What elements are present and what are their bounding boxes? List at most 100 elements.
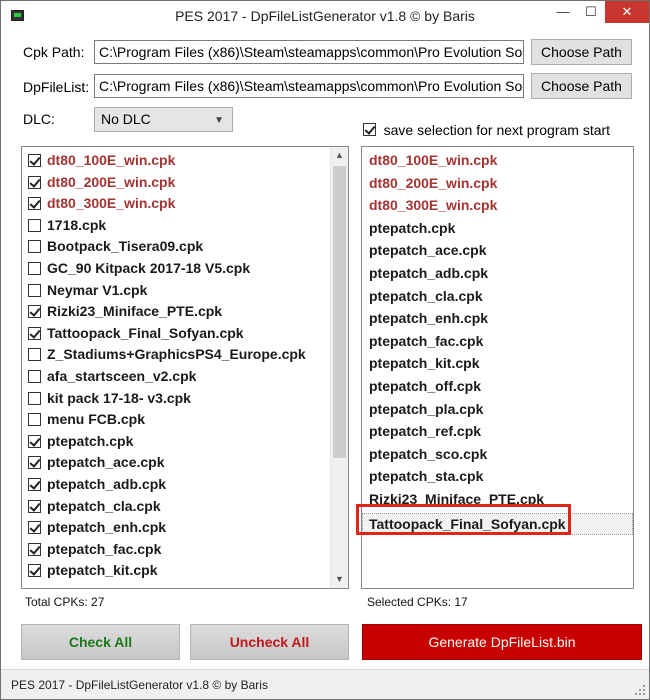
resize-grip-icon[interactable] xyxy=(634,684,646,696)
list-item-label: kit pack 17-18- v3.cpk xyxy=(47,389,191,406)
list-item-checkbox[interactable] xyxy=(28,564,41,578)
list-item-label: 1718.cpk xyxy=(47,216,107,233)
list-item[interactable]: ptepatch_adb.cpk xyxy=(28,476,166,496)
save-selection-toggle[interactable]: save selection for next program start xyxy=(363,121,610,139)
cpk-path-label: Cpk Path: xyxy=(23,44,85,60)
list-item-label: Bootpack_Tisera09.cpk xyxy=(47,238,204,255)
list-item[interactable]: dt80_100E_win.cpk xyxy=(28,152,175,172)
dpfilelist-label: DpFileList: xyxy=(23,79,90,95)
list-item-label: Rizki23_Miniface_PTE.cpk xyxy=(47,303,223,320)
scroll-up-arrow-icon[interactable]: ▲ xyxy=(331,147,348,164)
list-item-label: dt80_300E_win.cpk xyxy=(47,195,176,212)
list-item[interactable]: ptepatch_enh.cpk xyxy=(369,310,488,330)
list-item-checkbox[interactable] xyxy=(28,542,41,556)
list-item[interactable]: ptepatch_cla.cpk xyxy=(369,288,483,308)
list-item[interactable]: ptepatch_pla.cpk xyxy=(369,401,483,421)
list-item-label: GC_90 Kitpack 2017-18 V5.cpk xyxy=(47,260,251,276)
close-button[interactable]: ✕ xyxy=(605,1,649,23)
list-item[interactable]: ptepatch_ace.cpk xyxy=(28,454,165,474)
dlc-dropdown[interactable]: No DLC ▼ xyxy=(94,107,233,132)
dpfilelist-path-input[interactable]: C:\Program Files (x86)\Steam\steamapps\c… xyxy=(94,74,524,98)
chevron-down-icon: ▼ xyxy=(214,115,224,126)
list-item-label: menu FCB.cpk xyxy=(47,411,146,428)
highlight-annotation xyxy=(356,504,571,535)
list-item-checkbox[interactable] xyxy=(28,240,41,254)
list-item-label: ptepatch_ace.cpk xyxy=(47,454,165,471)
cpk-path-input[interactable]: C:\Program Files (x86)\Steam\steamapps\c… xyxy=(94,40,524,64)
list-item[interactable]: ptepatch_enh.cpk xyxy=(28,519,166,539)
list-item-checkbox[interactable] xyxy=(28,370,41,383)
list-item-label: Neymar V1.cpk xyxy=(47,281,148,298)
list-item[interactable]: dt80_200E_win.cpk xyxy=(369,175,497,195)
list-item[interactable]: ptepatch_kit.cpk xyxy=(369,355,479,375)
list-item-checkbox[interactable] xyxy=(28,521,41,535)
list-item-checkbox[interactable] xyxy=(28,283,41,297)
list-item[interactable]: ptepatch_fac.cpk xyxy=(28,541,161,561)
list-item[interactable]: ptepatch_ref.cpk xyxy=(369,423,481,443)
dlc-selected-value: No DLC xyxy=(101,111,151,127)
list-item-label: dt80_100E_win.cpk xyxy=(47,152,176,168)
list-item[interactable]: ptepatch_sta.cpk xyxy=(369,468,483,488)
list-item-checkbox[interactable] xyxy=(28,478,41,491)
list-item-checkbox[interactable] xyxy=(28,175,41,189)
list-item-checkbox[interactable] xyxy=(28,348,41,362)
list-item[interactable]: Bootpack_Tisera09.cpk xyxy=(28,238,203,258)
list-item-label: ptepatch_fac.cpk xyxy=(47,540,162,557)
selected-cpks-label: Selected CPKs: 17 xyxy=(367,595,468,609)
list-item[interactable]: dt80_300E_win.cpk xyxy=(369,197,497,217)
list-item[interactable]: ptepatch_ace.cpk xyxy=(369,242,487,262)
list-item-checkbox[interactable] xyxy=(28,218,41,232)
list-item-checkbox[interactable] xyxy=(28,262,41,275)
list-item[interactable]: dt80_300E_win.cpk xyxy=(28,195,175,215)
list-item-checkbox[interactable] xyxy=(28,154,41,167)
title-bar[interactable]: PES 2017 - DpFileListGenerator v1.8 © by… xyxy=(1,1,649,31)
scrollbar[interactable]: ▲ ▼ xyxy=(330,147,348,588)
list-item-checkbox[interactable] xyxy=(28,499,41,513)
list-item[interactable]: GC_90 Kitpack 2017-18 V5.cpk xyxy=(28,260,250,280)
status-bar: PES 2017 - DpFileListGenerator v1.8 © by… xyxy=(1,669,649,699)
list-item[interactable]: Z_Stadiums+GraphicsPS4_Europe.cpk xyxy=(28,346,306,366)
list-item[interactable]: afa_startsceen_v2.cpk xyxy=(28,368,196,388)
list-item-checkbox[interactable] xyxy=(28,456,41,470)
list-item-checkbox[interactable] xyxy=(28,391,41,405)
save-selection-checkbox[interactable] xyxy=(363,123,376,137)
maximize-button[interactable]: ☐ xyxy=(577,1,605,23)
uncheck-all-button[interactable]: Uncheck All xyxy=(190,624,349,660)
list-item[interactable]: Tattoopack_Final_Sofyan.cpk xyxy=(28,325,244,345)
list-item-checkbox[interactable] xyxy=(28,305,41,319)
dlc-label: DLC: xyxy=(23,111,55,127)
list-item[interactable]: Neymar V1.cpk xyxy=(28,282,147,302)
list-item-label: dt80_200E_win.cpk xyxy=(47,173,176,190)
list-item-checkbox[interactable] xyxy=(28,197,41,211)
cpk-checklist[interactable]: dt80_100E_win.cpk dt80_200E_win.cpk dt80_3… xyxy=(21,146,349,589)
list-item-checkbox[interactable] xyxy=(28,326,41,340)
list-item[interactable]: ptepatch.cpk xyxy=(369,220,455,240)
app-window: PES 2017 - DpFileListGenerator v1.8 © by… xyxy=(0,0,650,700)
list-item-label: ptepatch_adb.cpk xyxy=(47,476,167,492)
minimize-button[interactable]: — xyxy=(549,1,577,23)
generate-dpfilelist-button[interactable]: Generate DpFileList.bin xyxy=(362,624,642,660)
list-item[interactable]: kit pack 17-18- v3.cpk xyxy=(28,390,191,410)
list-item[interactable]: ptepatch_off.cpk xyxy=(369,378,481,398)
list-item[interactable]: menu FCB.cpk xyxy=(28,411,145,431)
total-cpks-label: Total CPKs: 27 xyxy=(25,595,105,609)
list-item[interactable]: ptepatch_cla.cpk xyxy=(28,498,161,518)
list-item[interactable]: ptepatch_fac.cpk xyxy=(369,333,483,353)
check-all-button[interactable]: Check All xyxy=(21,624,180,660)
choose-dpfilelist-path-button[interactable]: Choose Path xyxy=(531,73,632,99)
list-item[interactable]: ptepatch_adb.cpk xyxy=(369,265,488,285)
scroll-down-arrow-icon[interactable]: ▼ xyxy=(331,571,348,588)
list-item[interactable]: dt80_200E_win.cpk xyxy=(28,174,175,194)
list-item[interactable]: 1718.cpk xyxy=(28,217,106,237)
list-item-checkbox[interactable] xyxy=(28,434,41,448)
list-item[interactable]: dt80_100E_win.cpk xyxy=(369,152,497,172)
list-item[interactable]: ptepatch.cpk xyxy=(28,433,133,453)
list-item-label: ptepatch_kit.cpk xyxy=(47,562,158,579)
choose-cpk-path-button[interactable]: Choose Path xyxy=(531,39,632,65)
list-item-checkbox[interactable] xyxy=(28,413,41,427)
scroll-thumb[interactable] xyxy=(333,166,346,458)
list-item[interactable]: Rizki23_Miniface_PTE.cpk xyxy=(28,303,222,323)
list-item[interactable]: ptepatch_sco.cpk xyxy=(369,446,487,466)
list-item-label: ptepatch.cpk xyxy=(47,432,134,449)
list-item[interactable]: ptepatch_kit.cpk xyxy=(28,562,157,582)
